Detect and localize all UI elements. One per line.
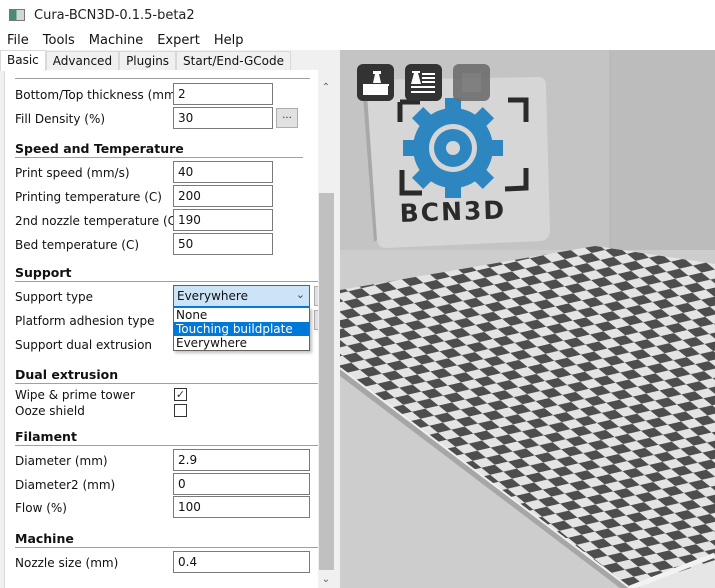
print-settings-button[interactable] [405,64,442,101]
diameter2-input[interactable]: 0 [173,473,310,495]
app-window-icon [9,9,25,21]
bottom-top-thickness-label: Bottom/Top thickness (mm) [15,88,181,102]
dropdown-option-touching-buildplate[interactable]: Touching buildplate [174,322,309,336]
fill-density-options-button[interactable]: ... [276,108,298,128]
fill-density-label: Fill Density (%) [15,112,106,126]
section-filament: Filament [15,429,77,444]
ooze-shield-checkbox[interactable] [174,404,187,417]
bed-temperature-input[interactable]: 50 [173,233,273,255]
print-speed-label: Print speed (mm/s) [15,166,130,180]
diameter-label: Diameter (mm) [15,454,108,468]
menu-bar: File Tools Machine Expert Help [0,30,715,50]
settings-scrollbar[interactable]: ⌃ ⌄ [318,80,334,588]
wipe-prime-tower-checkbox[interactable]: ✓ [174,388,187,401]
fill-density-input[interactable]: 30 [173,107,273,129]
tab-plugins[interactable]: Plugins [119,51,177,70]
section-dual-extrusion: Dual extrusion [15,367,119,382]
support-type-label: Support type [15,290,94,304]
print-speed-input[interactable]: 40 [173,161,273,183]
settings-panel: Bottom/Top thickness (mm) 2 Fill Density… [0,70,340,588]
section-divider [15,78,310,79]
section-machine: Machine [15,531,74,546]
scroll-up-icon[interactable]: ⌃ [318,80,334,96]
scrollbar-thumb[interactable] [319,193,334,570]
section-divider [15,547,318,548]
settings-scroll-area: Bottom/Top thickness (mm) 2 Fill Density… [4,70,318,588]
section-divider [15,281,318,282]
support-type-select[interactable]: Everywhere ⌄ [173,285,310,307]
support-type-dropdown: None Touching buildplate Everywhere [173,307,310,351]
printing-temperature-input[interactable]: 200 [173,185,273,207]
flow-input[interactable]: 100 [173,496,310,518]
diameter-input[interactable]: 2.9 [173,449,310,471]
section-divider [15,383,318,384]
support-dual-extrusion-label: Support dual extrusion [15,338,153,352]
second-nozzle-temperature-input[interactable]: 190 [173,209,273,231]
nozzle-size-label: Nozzle size (mm) [15,556,119,570]
bed-temperature-label: Bed temperature (C) [15,238,140,252]
title-bar: Cura-BCN3D-0.1.5-beta2 [0,0,715,30]
tab-start-end-gcode[interactable]: Start/End-GCode [176,51,291,70]
wipe-prime-tower-label: Wipe & prime tower [15,388,135,402]
printing-temperature-label: Printing temperature (C) [15,190,162,204]
print-settings-icon [411,71,435,93]
bcn3d-logo-plate: BCN3D [362,77,550,248]
logo-text: BCN3D [399,195,506,228]
flow-label: Flow (%) [15,501,67,515]
scene-canvas[interactable]: BCN3D [340,50,715,588]
settings-tabs: Basic Advanced Plugins Start/End-GCode [0,50,340,71]
dropdown-option-none[interactable]: None [174,308,309,322]
menu-machine[interactable]: Machine [82,33,150,48]
save-icon [462,73,481,92]
menu-expert[interactable]: Expert [150,33,207,48]
support-type-value: Everywhere [177,289,248,303]
nozzle-size-input[interactable]: 0.4 [173,551,310,573]
bottom-top-thickness-input[interactable]: 2 [173,83,273,105]
dropdown-option-everywhere[interactable]: Everywhere [174,336,309,350]
scroll-down-icon[interactable]: ⌄ [318,572,334,588]
ooze-shield-label: Ooze shield [15,404,85,418]
section-speed-temperature: Speed and Temperature [15,141,184,156]
load-model-icon [363,71,389,95]
platform-adhesion-label: Platform adhesion type [15,314,155,328]
menu-tools[interactable]: Tools [36,33,82,48]
gear-icon [403,98,503,198]
3d-viewport[interactable]: BCN3D [340,50,715,588]
window-title: Cura-BCN3D-0.1.5-beta2 [34,7,195,23]
section-support: Support [15,265,72,280]
section-divider [15,157,303,158]
menu-file[interactable]: File [0,33,36,48]
chevron-down-icon[interactable]: ⌄ [296,288,305,301]
save-gcode-button[interactable] [453,64,490,101]
load-model-button[interactable] [357,64,394,101]
diameter2-label: Diameter2 (mm) [15,478,116,492]
tab-advanced[interactable]: Advanced [45,51,120,70]
tab-basic[interactable]: Basic [0,50,46,71]
menu-help[interactable]: Help [207,33,251,48]
second-nozzle-temperature-label: 2nd nozzle temperature (C) [15,214,181,228]
section-divider [15,445,318,446]
